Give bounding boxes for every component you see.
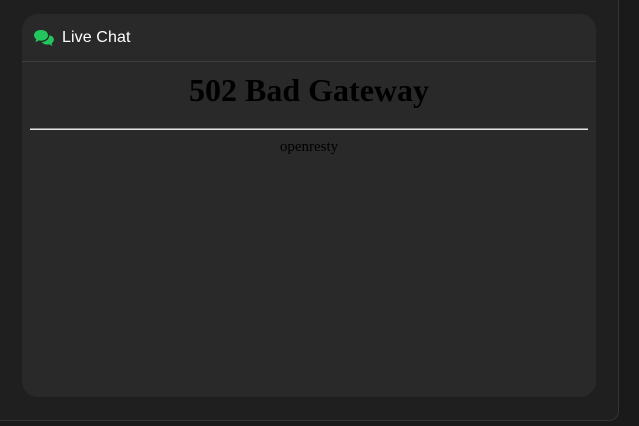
chat-bubbles-icon xyxy=(33,29,55,47)
live-chat-panel: Live Chat 502 Bad Gateway openresty xyxy=(22,14,596,397)
page-container: Live Chat 502 Bad Gateway openresty xyxy=(0,0,619,421)
chat-title: Live Chat xyxy=(62,28,131,46)
divider xyxy=(30,128,588,130)
server-name: openresty xyxy=(279,139,339,155)
chat-header: Live Chat xyxy=(22,14,596,62)
chat-content-frame: 502 Bad Gateway openresty xyxy=(22,62,596,396)
error-heading: 502 Bad Gateway xyxy=(189,72,429,108)
